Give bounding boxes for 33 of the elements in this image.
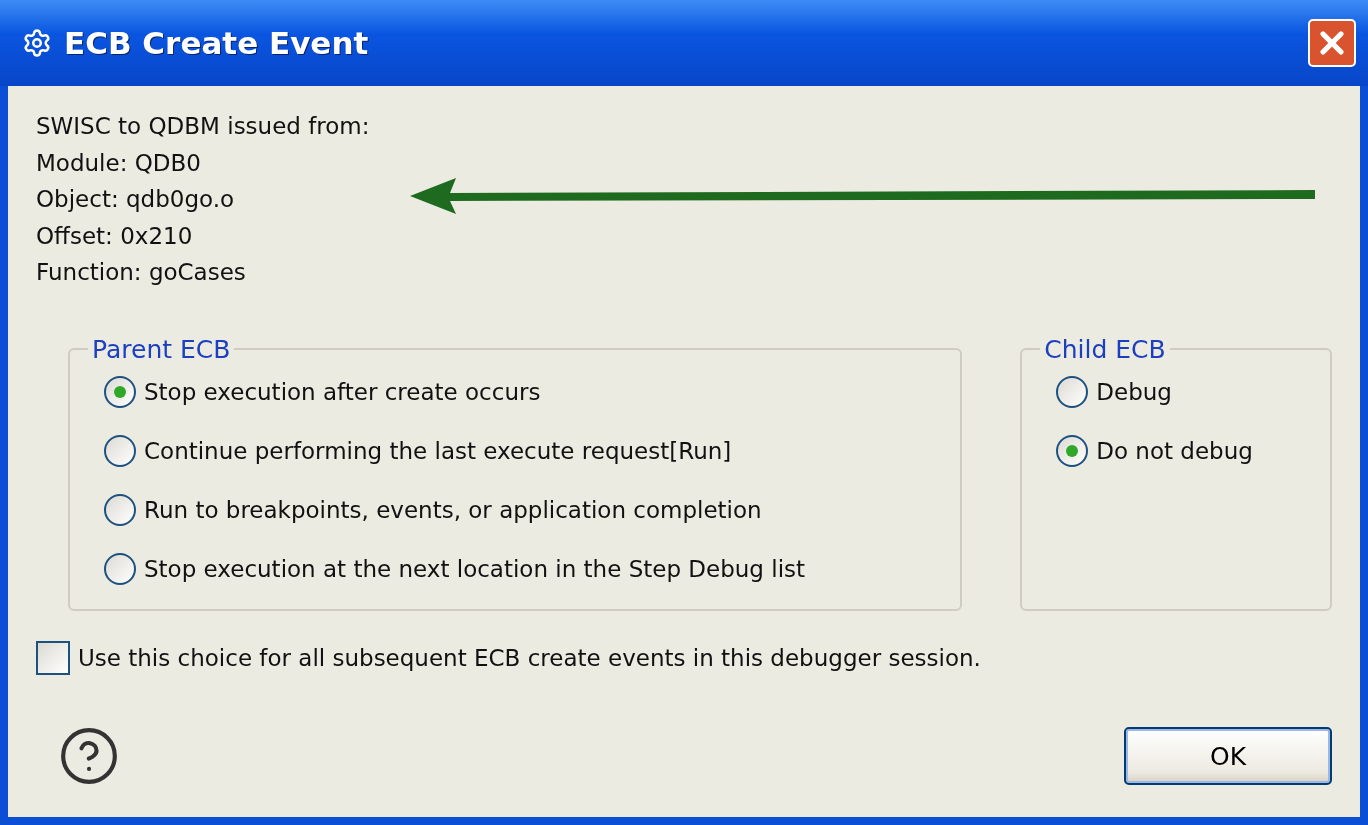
group-title: Child ECB (1043, 334, 1167, 364)
radio-button[interactable] (104, 434, 136, 467)
checkbox-option[interactable]: Use this choice for all subsequent ECB create events in this debugger session. (36, 640, 1332, 675)
radio-option[interactable]: Stop execution after create occurs (104, 371, 931, 412)
radio-button[interactable] (104, 552, 136, 585)
radio-label[interactable]: Stop execution after create occurs (144, 378, 541, 405)
window-title: ECB Create Event (64, 25, 370, 61)
radio-option[interactable]: Continue performing the last execute request[Run] (104, 430, 931, 471)
settings-icon (22, 28, 52, 58)
radio-button[interactable] (104, 375, 136, 408)
radio-option[interactable]: Run to breakpoints, events, or application completion (104, 489, 931, 530)
info-text: Module: QDB0 (36, 148, 202, 178)
help-icon[interactable] (58, 725, 120, 787)
radio-option[interactable]: Do not debug (1056, 430, 1300, 471)
info-text: Function: goCases (36, 258, 247, 287)
checkbox-label[interactable]: Use this choice for all subsequent ECB create events in this debugger session. (78, 644, 981, 671)
checkbox[interactable] (36, 640, 70, 675)
radio-label[interactable]: Stop execution at the next location in the Step Debug list (144, 555, 806, 582)
ok-button[interactable]: OK (1124, 727, 1332, 785)
close-button[interactable] (1308, 19, 1356, 67)
group-title: Parent ECB (91, 334, 232, 364)
info-text: SWISC to QDBM issued from: (36, 112, 370, 141)
radio-option[interactable]: Debug (1056, 371, 1300, 412)
radio-label[interactable]: Debug (1096, 378, 1172, 405)
radio-label[interactable]: Run to breakpoints, events, or application completion (144, 496, 762, 523)
radio-label[interactable]: Continue performing the last execute request[Run] (144, 437, 732, 464)
radio-button[interactable] (1056, 375, 1089, 408)
info-text: Object: qdb0go.o (36, 185, 236, 214)
radio-button[interactable] (1056, 434, 1089, 467)
radio-option[interactable]: Stop execution at the next location in the Step Debug list (104, 548, 931, 589)
radio-label[interactable]: Do not debug (1096, 437, 1253, 464)
radio-button[interactable] (104, 493, 136, 526)
info-text: Offset: 0x210 (36, 221, 194, 251)
